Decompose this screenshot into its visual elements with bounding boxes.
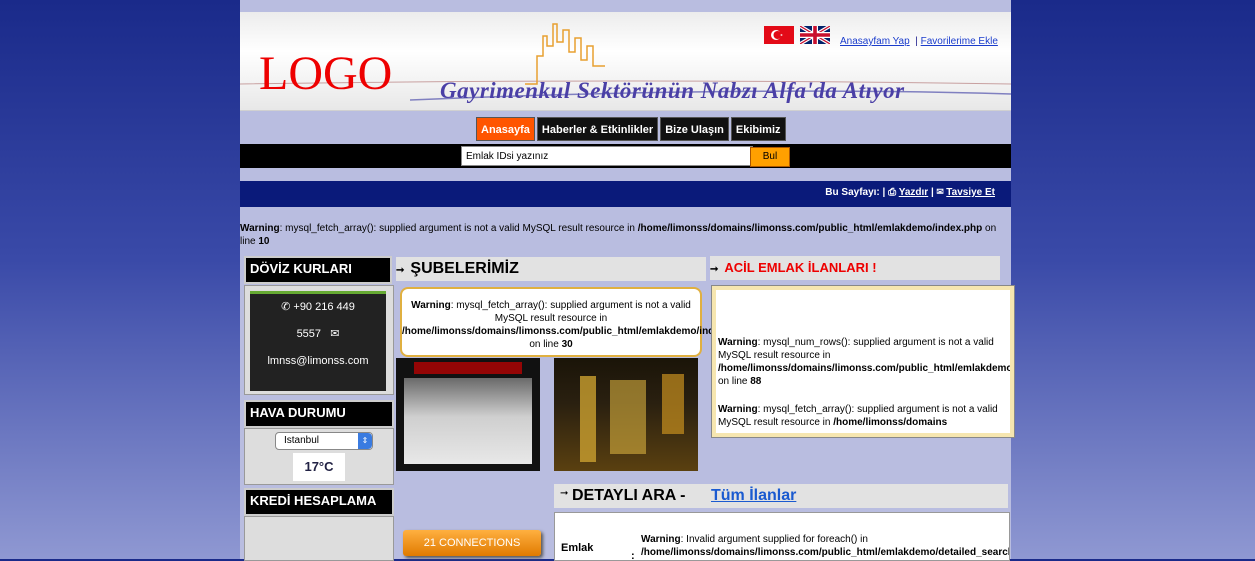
page-tools-label: Bu Sayfayı: | xyxy=(825,187,886,198)
phone-icon: ✆ xyxy=(281,301,291,313)
print-icon[interactable]: ⎙ xyxy=(888,187,896,198)
turkish-flag-icon[interactable] xyxy=(764,26,794,44)
main-nav: Anasayfa Haberler & Etkinlikler Bize Ula… xyxy=(476,117,786,141)
all-listings-link[interactable]: Tüm İlanlar xyxy=(711,487,796,505)
detayli-ara-header: ➞ DETAYLI ARA - Tüm İlanlar xyxy=(554,484,1008,508)
nav-team[interactable]: Ekibimiz xyxy=(730,117,786,141)
add-favorites-link[interactable]: Favorilerime Ekle xyxy=(921,36,998,47)
search-input[interactable] xyxy=(461,146,753,166)
arrow-icon: ➞ xyxy=(710,264,719,275)
select-arrows-icon[interactable]: ⇕ xyxy=(358,433,372,449)
mail-icon[interactable]: ✉ xyxy=(937,187,944,198)
set-homepage-link[interactable]: Anasayfam Yap xyxy=(840,36,910,47)
page-tools-bar: Bu Sayfayı: | ⎙ Yazdır | ✉ Tavsiye Et xyxy=(240,181,1011,207)
weather-temp: 17°C xyxy=(304,459,334,474)
site-header: LOGO Gayrimenkul Sektörünün Nabzı Alfa'd… xyxy=(240,12,1011,111)
site-logo[interactable]: LOGO xyxy=(259,50,392,98)
link-separator: | xyxy=(915,36,918,47)
contact-email[interactable]: lmnss@limonss.com xyxy=(250,348,386,375)
nav-news-events[interactable]: Haberler & Etkinlikler xyxy=(536,117,659,141)
uk-flag-icon[interactable] xyxy=(799,24,831,46)
top-links: Anasayfam Yap | Favorilerime Ekle xyxy=(840,36,998,47)
page-container: LOGO Gayrimenkul Sektörünün Nabzı Alfa'd… xyxy=(240,0,1015,561)
recommend-link[interactable]: Tavsiye Et xyxy=(946,187,995,198)
envelope-icon: ✉ xyxy=(330,328,340,340)
branch-photo-2[interactable] xyxy=(554,358,698,471)
weather-widget: 17°C xyxy=(293,453,345,481)
kredi-panel xyxy=(244,516,394,561)
acil-warning-1: Warning: mysql_num_rows(): supplied argu… xyxy=(718,337,1014,387)
tools-separator: | xyxy=(930,187,934,198)
emlak-label: Emlak xyxy=(561,542,594,554)
skyline-graphic xyxy=(525,23,605,85)
subeler-title: ŞUBELERİMİZ xyxy=(410,260,519,277)
kredi-panel-title: KREDİ HESAPLAMA xyxy=(244,488,394,516)
site-slogan: Gayrimenkul Sektörünün Nabzı Alfa'da Atı… xyxy=(440,78,905,103)
arrow-icon: ➞ xyxy=(560,488,569,499)
search-bar: Bul xyxy=(240,144,1011,168)
subeler-warning: Warning: mysql_fetch_array(): supplied a… xyxy=(400,287,772,357)
contact-phone: +90 216 449 xyxy=(293,301,355,313)
search-button[interactable]: Bul xyxy=(750,147,790,167)
print-link[interactable]: Yazdır xyxy=(899,187,928,198)
arrow-icon: ➞ xyxy=(396,265,405,276)
contact-box: ✆ +90 216 449 5557 ✉ lmnss@limonss.com xyxy=(250,291,386,391)
nav-home[interactable]: Anasayfa xyxy=(476,117,535,141)
acil-warning-2: Warning: mysql_fetch_array(): supplied a… xyxy=(718,404,998,428)
detay-title: DETAYLI ARA - xyxy=(572,487,686,504)
contact-phone-suffix: 5557 xyxy=(296,328,322,340)
acil-listings-box: Warning: mysql_num_rows(): supplied argu… xyxy=(711,285,1015,438)
hava-panel: Istanbul ⇕ 17°C xyxy=(244,428,394,485)
acil-title: ACİL EMLAK İLANLARI ! xyxy=(724,260,877,275)
hava-panel-title: HAVA DURUMU xyxy=(244,400,394,428)
detayli-ara-box: Emlak : Warning: Invalid argument suppli… xyxy=(554,512,1010,561)
nav-contact[interactable]: Bize Ulaşın xyxy=(660,117,729,141)
warning-message-top: Warning: mysql_fetch_array(): supplied a… xyxy=(240,223,997,247)
acil-header: ➞ ACİL EMLAK İLANLARI ! xyxy=(710,256,1000,280)
subeler-header: ➞ ŞUBELERİMİZ xyxy=(396,257,706,281)
detay-warning: Warning: Invalid argument supplied for f… xyxy=(641,534,1010,558)
doviz-panel-title: DÖVİZ KURLARI xyxy=(244,256,392,284)
branch-photo-1[interactable] xyxy=(396,358,540,471)
emlak-colon: : xyxy=(631,550,635,561)
city-select[interactable]: Istanbul ⇕ xyxy=(275,432,373,450)
connections-button[interactable]: 21 CONNECTIONS xyxy=(403,530,541,556)
